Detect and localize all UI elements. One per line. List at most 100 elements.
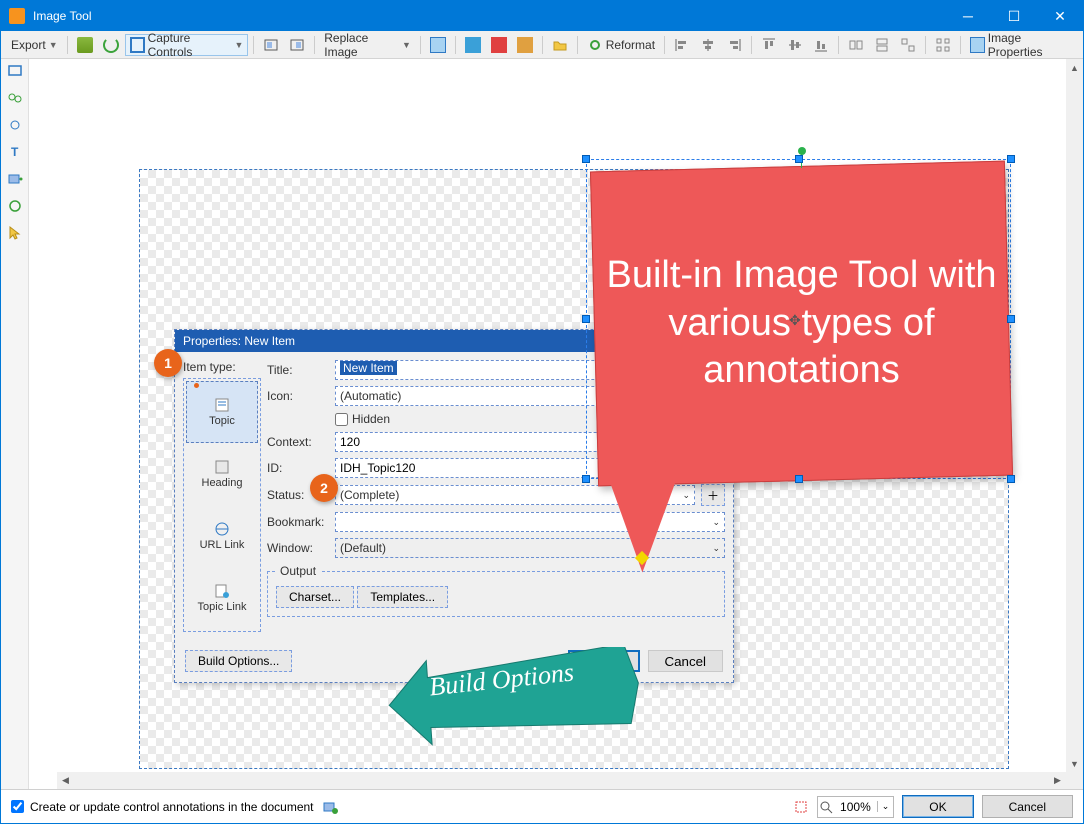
scroll-down-button[interactable]: ▼ [1066, 755, 1083, 772]
output-legend: Output [276, 564, 320, 578]
image-icon [430, 37, 446, 53]
charset-button[interactable]: Charset... [276, 586, 354, 608]
refresh-button[interactable] [99, 34, 123, 56]
maximize-button[interactable]: ☐ [991, 1, 1037, 31]
scroll-up-button[interactable]: ▲ [1066, 59, 1083, 76]
separator [253, 36, 254, 54]
folder-icon [552, 37, 568, 53]
item-type-label: Item type: [183, 360, 261, 374]
image-icon [970, 37, 985, 53]
text-tool[interactable]: T [7, 144, 23, 165]
same-size-button[interactable] [896, 34, 920, 56]
status-add-button[interactable]: ＋ [701, 484, 725, 506]
build-options-button[interactable]: Build Options... [185, 650, 292, 672]
same-height-icon [874, 37, 890, 53]
align-bottom-icon [813, 37, 829, 53]
reformat-icon [587, 37, 603, 53]
marker-2[interactable]: 2 [310, 474, 338, 502]
resize-handle[interactable] [582, 155, 590, 163]
ok-button[interactable]: OK [902, 795, 973, 818]
svg-text:T: T [11, 145, 19, 159]
app-window: Image Tool ─ ☐ ✕ Export ▼ Capture Contro… [0, 0, 1084, 824]
templates-button[interactable]: Templates... [357, 586, 448, 608]
tag-button-2[interactable] [487, 34, 511, 56]
marker-1[interactable]: 1 [154, 349, 182, 377]
resize-handle[interactable] [1007, 315, 1015, 323]
scroll-right-button[interactable]: ▶ [1049, 772, 1066, 789]
image-properties-button[interactable]: Image Properties [966, 34, 1077, 56]
props-tool[interactable] [7, 117, 23, 138]
dialog-cancel-button[interactable]: Cancel [648, 650, 724, 672]
tag-button-3[interactable] [513, 34, 537, 56]
chevron-down-icon[interactable]: ⌄ [877, 801, 894, 812]
callout-annotation[interactable]: Built-in Image Tool with various types o… [594, 166, 1009, 481]
align-button-2[interactable] [285, 34, 309, 56]
align-top-button[interactable] [757, 34, 781, 56]
align-left-button[interactable] [670, 34, 694, 56]
vertical-scrollbar[interactable]: ▲ ▼ [1066, 59, 1083, 789]
arrow-annotation[interactable]: Build Options [379, 647, 639, 747]
hidden-check[interactable] [335, 413, 348, 426]
item-type-list[interactable]: Topic Heading URL Link [183, 378, 261, 632]
resize-handle[interactable] [795, 155, 803, 163]
reformat-button[interactable]: Reformat [583, 34, 659, 56]
cursor-icon [7, 225, 23, 241]
item-type-heading[interactable]: Heading [186, 443, 258, 505]
replace-image-menu[interactable]: Replace Image ▼ [320, 34, 415, 56]
item-type-topic-link[interactable]: Topic Link [186, 567, 258, 629]
tag-icon [517, 37, 533, 53]
separator [67, 36, 68, 54]
canvas-area[interactable]: Properties: New Item Item type: Topic He… [29, 59, 1083, 789]
align-top-icon [761, 37, 777, 53]
export-menu[interactable]: Export ▼ [7, 34, 62, 56]
cancel-button[interactable]: Cancel [982, 795, 1073, 818]
capture-controls-dropdown[interactable]: Capture Controls ▼ [125, 34, 249, 56]
app-icon [9, 8, 25, 24]
align-middle-button[interactable] [783, 34, 807, 56]
align-button-1[interactable] [259, 34, 283, 56]
item-type-label: Heading [202, 477, 243, 489]
item-type-label: Topic Link [198, 601, 247, 613]
scroll-left-button[interactable]: ◀ [57, 772, 74, 789]
resize-handle[interactable] [1007, 155, 1015, 163]
callout-text: Built-in Image Tool with various types o… [606, 178, 997, 469]
resize-handle[interactable] [795, 475, 803, 483]
hidden-checkbox[interactable]: Hidden [335, 412, 390, 426]
statusbar: Create or update control annotations in … [1, 789, 1083, 823]
folder-button[interactable] [548, 34, 572, 56]
tag-button-1[interactable] [461, 34, 485, 56]
item-type-topic[interactable]: Topic [186, 381, 258, 443]
separator [925, 36, 926, 54]
resize-handle[interactable] [582, 475, 590, 483]
window-label: Window: [267, 541, 329, 555]
resize-handle[interactable] [582, 315, 590, 323]
crop-icon[interactable] [793, 799, 809, 815]
minimize-button[interactable]: ─ [945, 1, 991, 31]
link-tool[interactable] [7, 90, 23, 111]
align-bottom-button[interactable] [809, 34, 833, 56]
tag-tool[interactable] [7, 171, 23, 192]
same-height-button[interactable] [870, 34, 894, 56]
select-tool[interactable] [7, 63, 23, 84]
same-width-button[interactable] [844, 34, 868, 56]
horizontal-scrollbar[interactable]: ◀ ▶ [57, 772, 1066, 789]
close-button[interactable]: ✕ [1037, 1, 1083, 31]
item-type-url-link[interactable]: URL Link [186, 505, 258, 567]
separator [751, 36, 752, 54]
zoom-value: 100% [834, 800, 877, 814]
shape-tool[interactable] [7, 198, 23, 219]
create-annotations-checkbox[interactable]: Create or update control annotations in … [11, 800, 314, 814]
canvas-button-1[interactable] [426, 34, 450, 56]
align-center-icon [700, 37, 716, 53]
distribute-h-button[interactable] [931, 34, 955, 56]
rotation-handle[interactable] [798, 147, 806, 155]
checkbox-input[interactable] [11, 800, 24, 813]
align-right-button[interactable] [722, 34, 746, 56]
move-icon[interactable]: ✥ [789, 312, 801, 329]
zoom-control[interactable]: 100% ⌄ [817, 796, 894, 818]
pointer-tool[interactable] [7, 225, 23, 246]
align-middle-icon [787, 37, 803, 53]
camera-button[interactable] [73, 34, 97, 56]
align-center-h-button[interactable] [696, 34, 720, 56]
resize-handle[interactable] [1007, 475, 1015, 483]
